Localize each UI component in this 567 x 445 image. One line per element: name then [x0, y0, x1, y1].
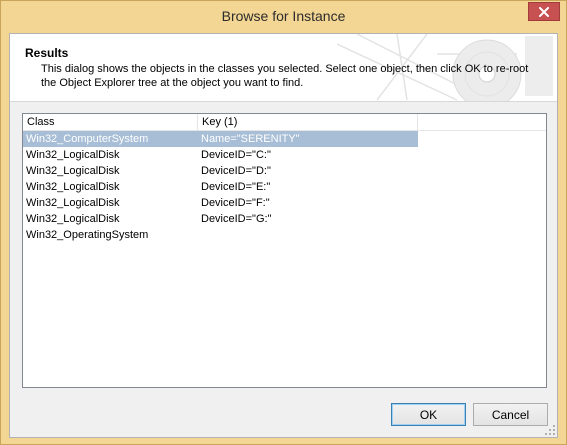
- table-row[interactable]: Win32_LogicalDisk DeviceID="F:": [23, 195, 418, 211]
- column-header-class[interactable]: Class: [23, 114, 198, 130]
- size-grip-icon[interactable]: [544, 424, 556, 436]
- title-bar[interactable]: Browse for Instance: [1, 1, 566, 33]
- class-cell: Win32_LogicalDisk: [26, 149, 120, 161]
- table-row[interactable]: Win32_LogicalDisk DeviceID="G:": [23, 211, 418, 227]
- window-title: Browse for Instance: [221, 8, 346, 24]
- ok-button[interactable]: OK: [391, 403, 466, 426]
- dialog-client-area: Results This dialog shows the objects in…: [9, 33, 558, 438]
- close-icon: [539, 6, 549, 17]
- results-header-panel: Results This dialog shows the objects in…: [10, 34, 557, 102]
- key-cell: Name="SERENITY": [201, 133, 300, 145]
- key-cell: DeviceID="G:": [201, 213, 272, 225]
- key-cell: DeviceID="E:": [201, 181, 271, 193]
- column-header-key[interactable]: Key (1): [198, 114, 418, 130]
- table-row[interactable]: Win32_ComputerSystem Name="SERENITY": [23, 131, 418, 147]
- table-row[interactable]: Win32_LogicalDisk DeviceID="E:": [23, 179, 418, 195]
- class-cell: Win32_OperatingSystem: [26, 229, 149, 241]
- class-cell: Win32_LogicalDisk: [26, 197, 120, 209]
- results-description: This dialog shows the objects in the cla…: [41, 63, 529, 89]
- table-row[interactable]: Win32_OperatingSystem: [23, 227, 418, 243]
- class-cell: Win32_LogicalDisk: [26, 213, 120, 225]
- class-cell: Win32_LogicalDisk: [26, 181, 120, 193]
- class-cell: Win32_LogicalDisk: [26, 165, 120, 177]
- close-button[interactable]: [528, 2, 560, 21]
- key-cell: DeviceID="C:": [201, 149, 271, 161]
- table-row[interactable]: Win32_LogicalDisk DeviceID="C:": [23, 147, 418, 163]
- key-cell: DeviceID="F:": [201, 197, 270, 209]
- list-header: Class Key (1): [23, 114, 546, 131]
- table-row[interactable]: Win32_LogicalDisk DeviceID="D:": [23, 163, 418, 179]
- cancel-button[interactable]: Cancel: [473, 403, 548, 426]
- dialog-window: Browse for Instance Results This dialog …: [0, 0, 567, 445]
- key-cell: DeviceID="D:": [201, 165, 271, 177]
- class-cell: Win32_ComputerSystem: [26, 133, 149, 145]
- results-heading: Results: [25, 46, 69, 60]
- instance-list[interactable]: Class Key (1) Win32_ComputerSystem Name=…: [22, 113, 547, 388]
